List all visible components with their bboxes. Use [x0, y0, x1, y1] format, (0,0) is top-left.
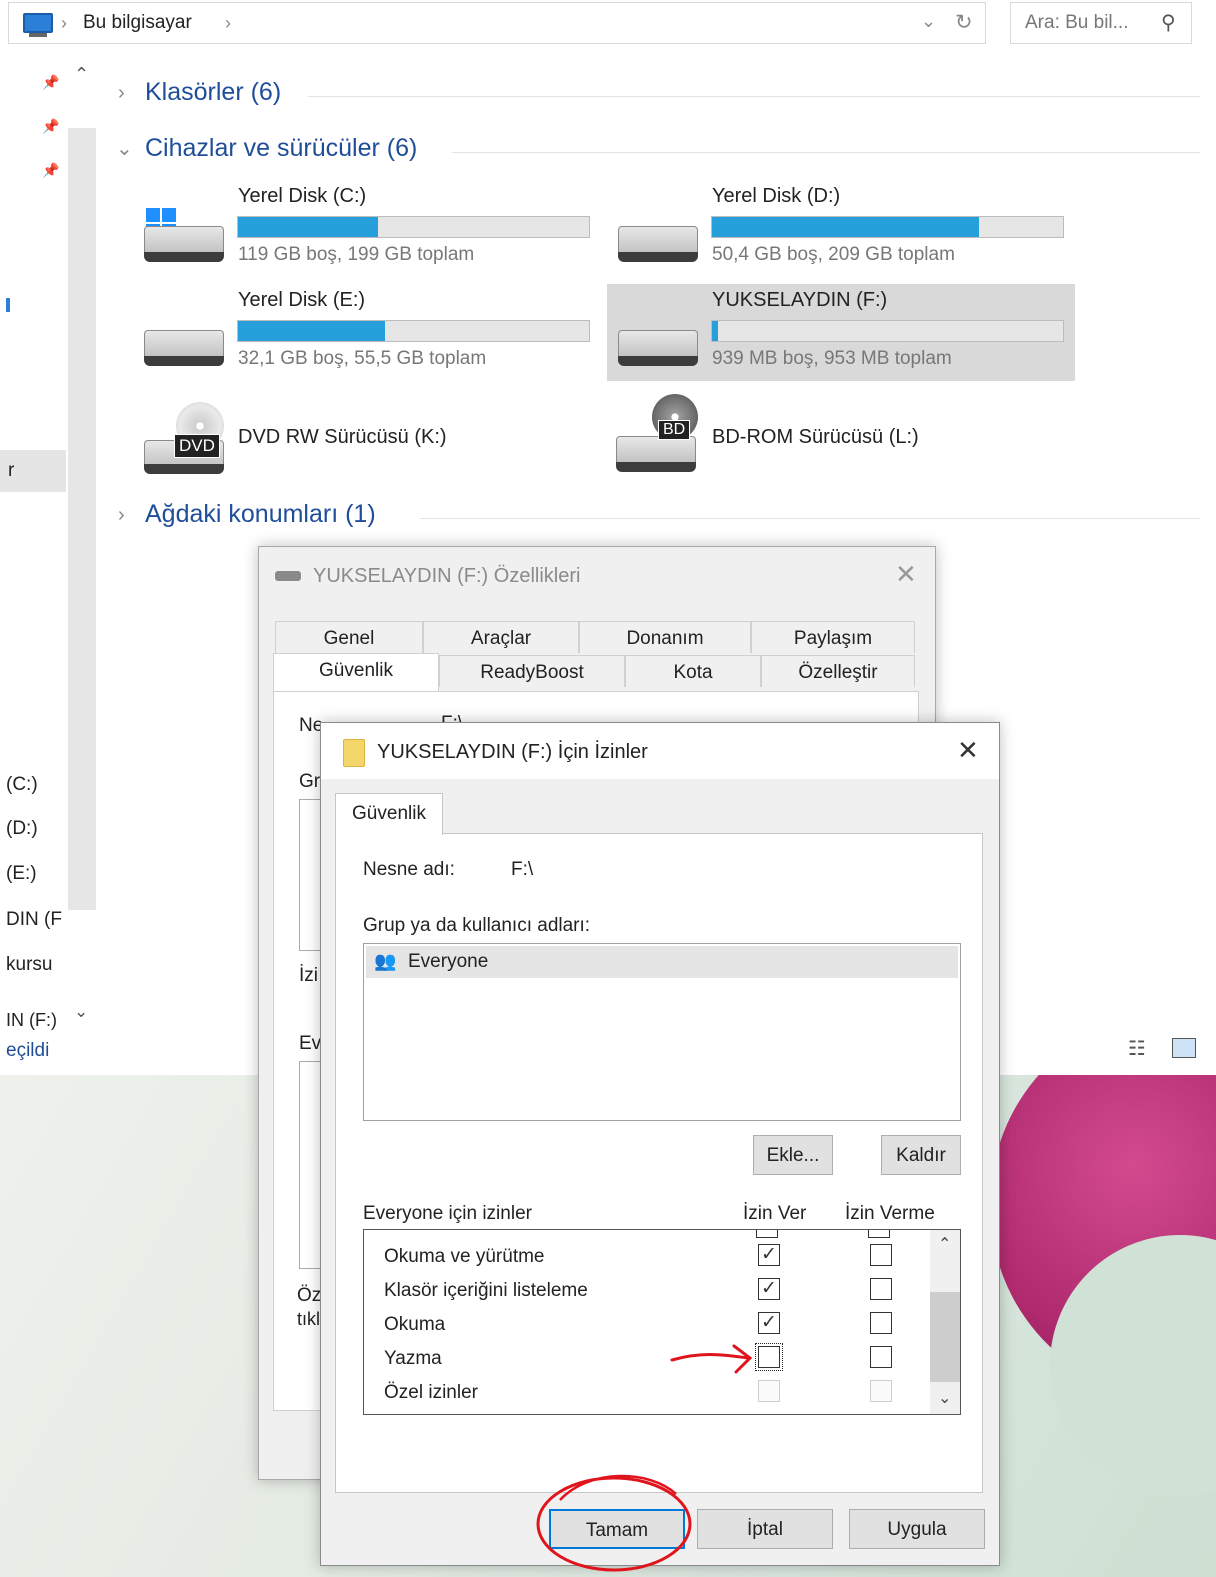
annotation-arrow [670, 1353, 750, 1362]
annotation-arrowhead [732, 1344, 753, 1374]
tab-security[interactable]: Güvenlik [273, 653, 439, 691]
annotation-circle [536, 1476, 692, 1572]
annotation-layer [536, 1344, 753, 1572]
tab-security[interactable]: Güvenlik [335, 793, 443, 835]
